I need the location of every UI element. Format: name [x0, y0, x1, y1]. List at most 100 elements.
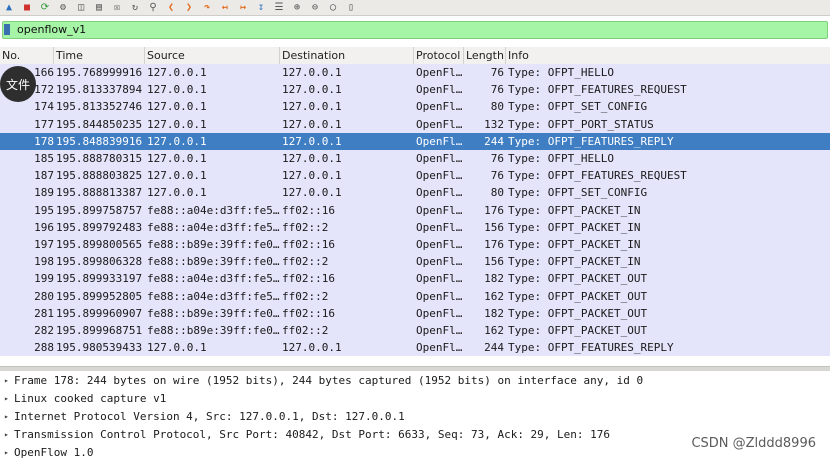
table-row[interactable]: 185 195.888780315 127.0.0.1 127.0.0.1 OpenFl… — [0, 150, 830, 168]
cell-source: fe88::b89e:39ff:fe0… — [147, 324, 280, 337]
table-row[interactable]: 174 195.813352746 127.0.0.1 127.0.0.1 OpenFl… — [0, 98, 830, 116]
cell-no: 280 — [34, 289, 54, 303]
goto-icon[interactable]: ↷ — [200, 2, 214, 14]
cell-no: 187 — [34, 169, 54, 183]
floating-file-button[interactable]: 文件 — [0, 66, 36, 102]
table-row[interactable]: 281 195.899960907 fe88::b89e:39ff:fe0… ff02… — [0, 304, 830, 322]
cell-time: 195.899792483 — [56, 220, 143, 234]
bookmark-icon[interactable] — [4, 24, 10, 35]
cell-protocol: OpenFl… — [416, 341, 463, 355]
cell-destination: ff02::2 — [282, 255, 329, 269]
cell-no: 198 — [34, 255, 54, 269]
reload-icon[interactable]: ↻ — [128, 2, 142, 14]
close-file-icon[interactable]: ☒ — [110, 2, 124, 14]
table-row[interactable]: 196 195.899792483 fe88::a04e:d3ff:fe5… ff02… — [0, 218, 830, 236]
cell-time: 195.899960907 — [56, 306, 143, 320]
expand-arrow-icon[interactable]: ▸ — [4, 426, 9, 444]
cell-info: Type: OFPT_FEATURES_REQUEST — [508, 83, 687, 97]
table-row[interactable]: 177 195.844850235 127.0.0.1 127.0.0.1 OpenFl… — [0, 115, 830, 133]
cell-protocol: OpenFl… — [416, 289, 463, 303]
table-row[interactable]: 199 195.899933197 fe88::a04e:d3ff:fe5… ff02… — [0, 270, 830, 288]
cell-length: 156 — [484, 255, 504, 269]
expand-arrow-icon[interactable]: ▸ — [4, 372, 9, 390]
table-row[interactable]: 187 195.888803825 127.0.0.1 127.0.0.1 OpenFl… — [0, 167, 830, 185]
forward-icon[interactable]: ❯ — [182, 2, 196, 14]
cell-info: Type: OFPT_PACKET_IN — [508, 203, 641, 217]
column-source[interactable]: Source — [145, 47, 280, 64]
cell-destination: 127.0.0.1 — [282, 341, 342, 355]
cell-protocol: OpenFl… — [416, 220, 463, 234]
column-no[interactable]: No. — [0, 47, 54, 64]
table-row[interactable]: 282 195.899968751 fe88::b89e:39ff:fe0… ff02… — [0, 322, 830, 340]
back-icon[interactable]: ❮ — [164, 2, 178, 14]
table-row[interactable]: 166 195.768999916 127.0.0.1 127.0.0.1 OpenFl… — [0, 64, 830, 82]
display-filter-input[interactable]: openflow_v1 — [2, 21, 828, 39]
cell-length: 76 — [490, 169, 504, 183]
detail-text: Linux cooked capture v1 — [14, 392, 167, 405]
last-icon[interactable]: ↦ — [236, 2, 250, 14]
table-row[interactable]: 195 195.899758757 fe88::a04e:d3ff:fe5… ff02… — [0, 201, 830, 219]
stop-icon[interactable]: ■ — [20, 2, 34, 14]
packet-list[interactable]: 166 195.768999916 127.0.0.1 127.0.0.1 OpenFl… — [0, 64, 830, 366]
watermark: CSDN @Zlddd8996 — [691, 436, 816, 451]
cell-no: 288 — [34, 341, 54, 355]
cell-protocol: OpenFl… — [416, 203, 463, 217]
zoom-out-icon[interactable]: ⊖ — [308, 2, 322, 14]
expand-arrow-icon[interactable]: ▸ — [4, 390, 9, 408]
table-row[interactable]: 288 195.980539433 127.0.0.1 127.0.0.1 OpenFl… — [0, 339, 830, 357]
cell-info: Type: OFPT_FEATURES_REPLY — [508, 341, 674, 355]
cell-length: 182 — [484, 306, 504, 320]
table-row[interactable]: 198 195.899806328 fe88::b89e:39ff:fe0… ff02… — [0, 253, 830, 271]
cell-destination: 127.0.0.1 — [282, 66, 342, 79]
column-protocol[interactable]: Protocol — [414, 47, 464, 64]
cell-protocol: OpenFl… — [416, 134, 463, 148]
open-icon[interactable]: ◫ — [74, 2, 88, 14]
cell-time: 195.888803825 — [56, 169, 143, 183]
column-destination[interactable]: Destination — [280, 47, 414, 64]
expand-arrow-icon[interactable]: ▸ — [4, 408, 9, 426]
cell-info: Type: OFPT_HELLO — [508, 152, 614, 165]
table-row[interactable]: 189 195.888813387 127.0.0.1 127.0.0.1 OpenFl… — [0, 184, 830, 202]
restart-icon[interactable]: ⟳ — [38, 2, 52, 14]
cell-info: Type: OFPT_PACKET_IN — [508, 238, 641, 251]
cell-protocol: OpenFl… — [416, 324, 463, 337]
table-row[interactable]: 197 195.899800565 fe88::b89e:39ff:fe0… ff02… — [0, 236, 830, 254]
column-info[interactable]: Info — [506, 47, 830, 64]
cell-time: 195.888780315 — [56, 152, 143, 165]
cell-info: Type: OFPT_PACKET_IN — [508, 255, 641, 269]
first-icon[interactable]: ↤ — [218, 2, 232, 14]
options-icon[interactable]: ⚙ — [56, 2, 70, 14]
detail-text: Transmission Control Protocol, Src Port:… — [14, 428, 611, 441]
zoom-reset-icon[interactable]: ◯ — [326, 2, 340, 14]
column-time[interactable]: Time — [54, 47, 145, 64]
cell-no: 178 — [34, 134, 54, 148]
cell-time: 195.768999916 — [56, 66, 143, 79]
save-icon[interactable]: ▤ — [92, 2, 106, 14]
cell-protocol: OpenFl… — [416, 100, 463, 114]
cell-time: 195.980539433 — [56, 341, 143, 355]
cell-protocol: OpenFl… — [416, 255, 463, 269]
cell-source: 127.0.0.1 — [147, 341, 207, 355]
cell-length: 162 — [484, 324, 504, 337]
cell-length: 132 — [484, 117, 504, 131]
cell-info: Type: OFPT_SET_CONFIG — [508, 186, 648, 200]
find-icon[interactable]: ⚲ — [146, 2, 160, 14]
zoom-in-icon[interactable]: ⊕ — [290, 2, 304, 14]
shark-fin-icon[interactable]: ▲ — [2, 2, 16, 14]
column-length[interactable]: Length — [464, 47, 506, 64]
autoscroll-icon[interactable]: ↧ — [254, 2, 268, 14]
cell-destination: ff02::2 — [282, 220, 329, 234]
cell-protocol: OpenFl… — [416, 66, 463, 79]
cell-length: 80 — [490, 186, 504, 200]
colorize-icon[interactable]: ☰ — [272, 2, 286, 14]
cell-no: 199 — [34, 272, 54, 286]
floating-file-label: 文件 — [5, 77, 30, 92]
cell-length: 76 — [490, 83, 504, 97]
table-row[interactable]: 172 195.813337894 127.0.0.1 127.0.0.1 OpenFl… — [0, 81, 830, 99]
resize-columns-icon[interactable]: ▯ — [344, 2, 358, 14]
cell-protocol: OpenFl… — [416, 306, 463, 320]
table-row[interactable]: 280 195.899952805 fe88::a04e:d3ff:fe5… ff02… — [0, 287, 830, 305]
cell-protocol: OpenFl… — [416, 117, 463, 131]
table-row-selected[interactable]: 178 195.848839916 127.0.0.1 127.0.0.1 OpenFl… — [0, 132, 830, 150]
expand-arrow-icon[interactable]: ▸ — [4, 444, 9, 459]
